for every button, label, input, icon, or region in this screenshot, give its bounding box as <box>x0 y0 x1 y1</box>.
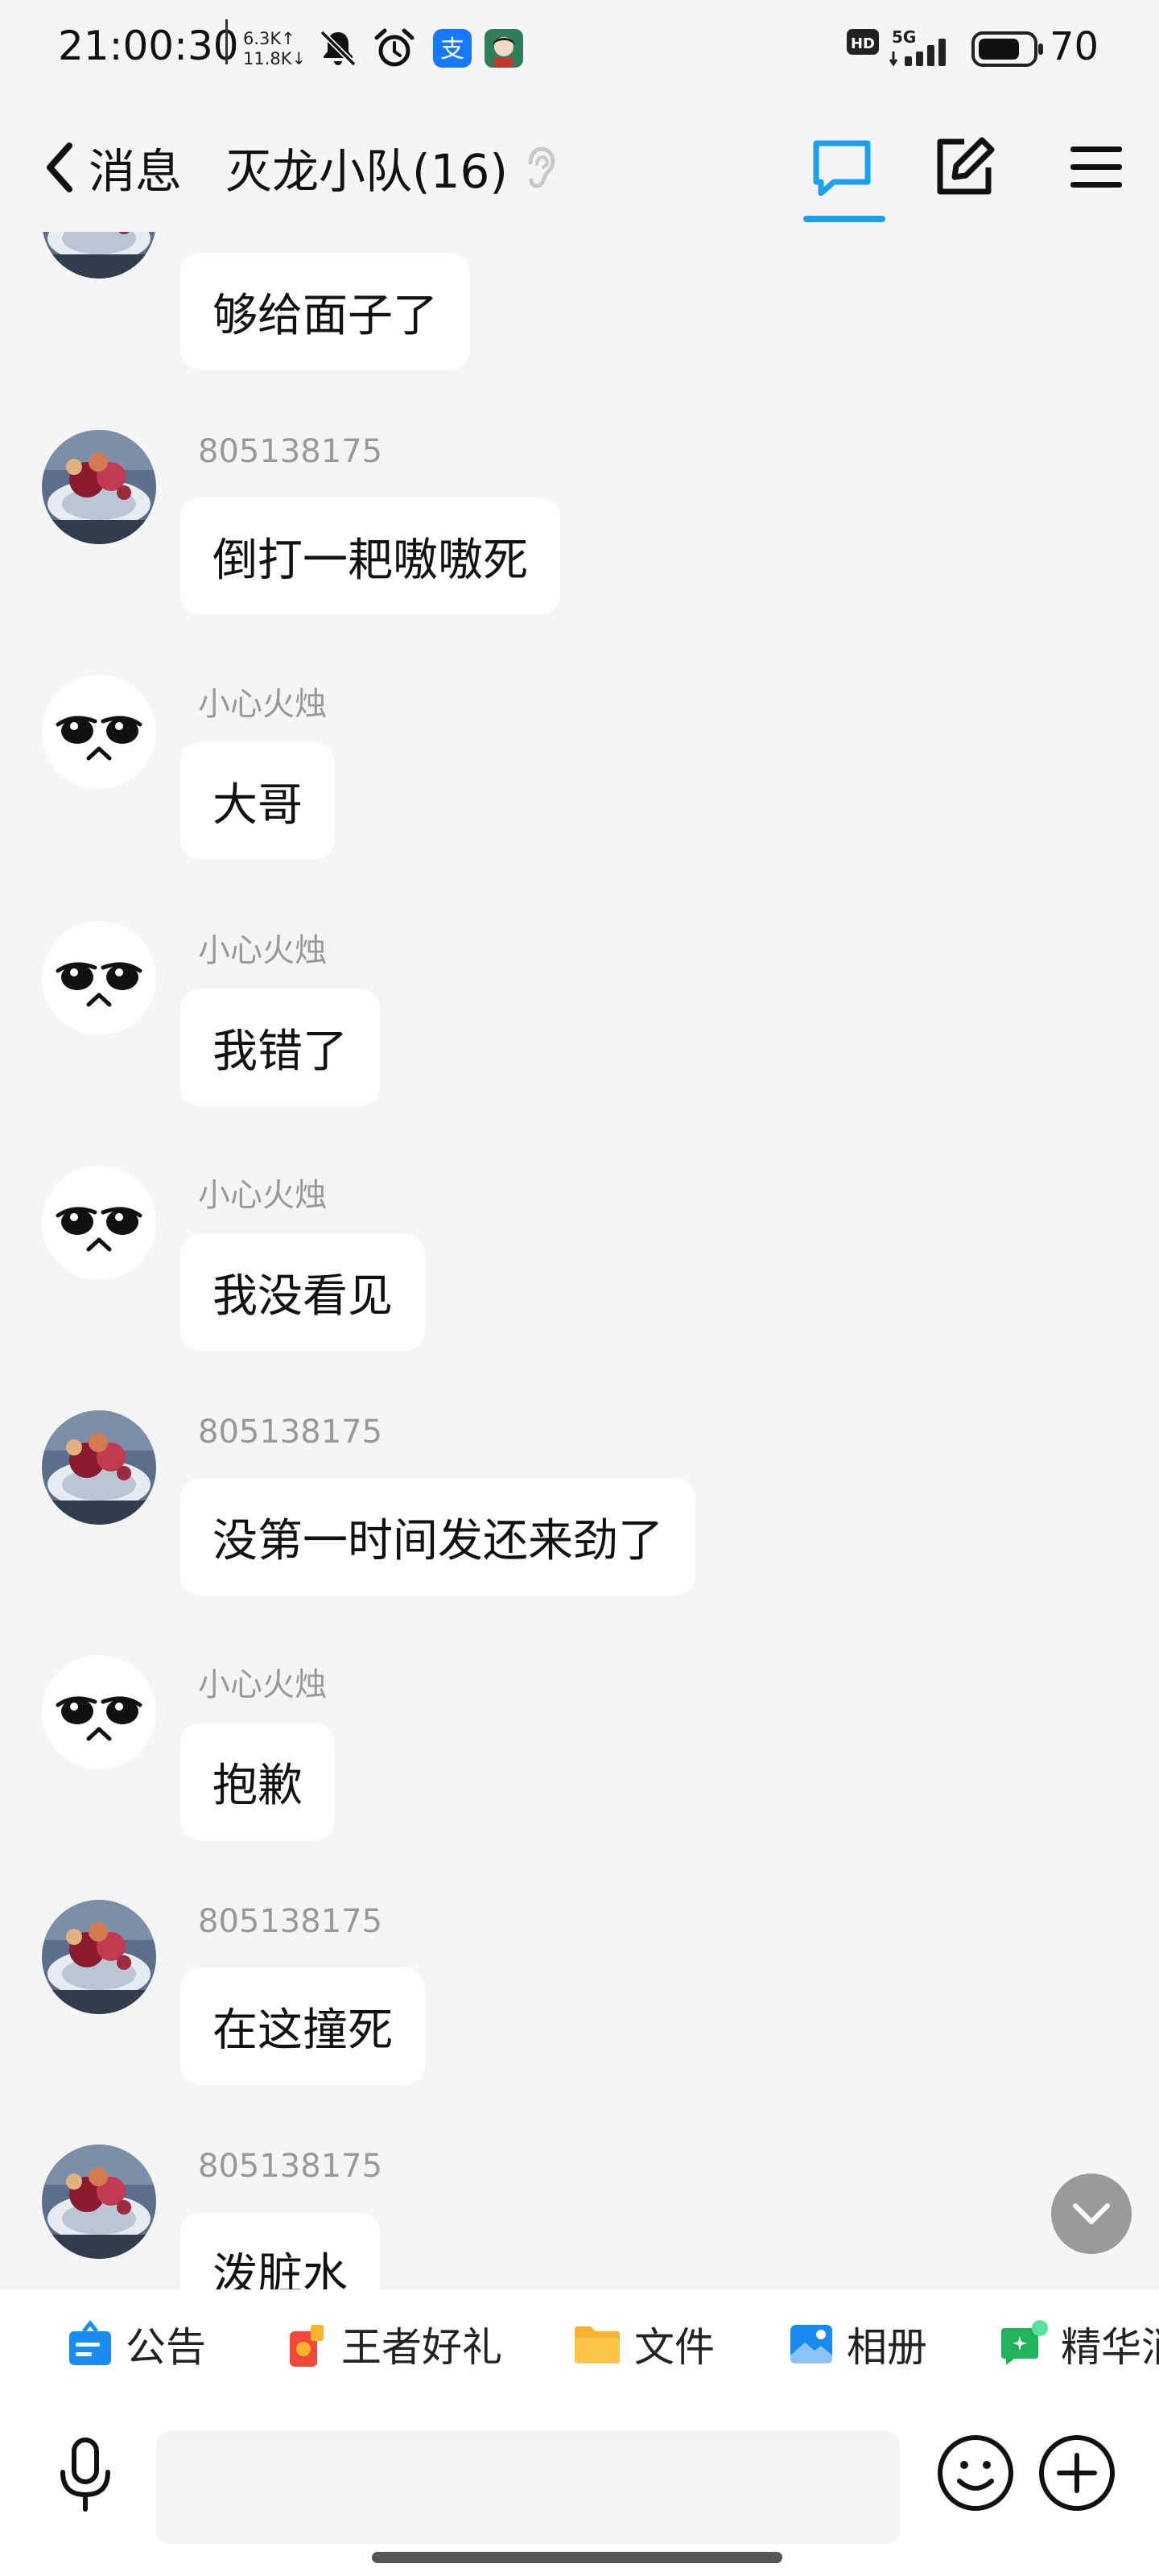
avatar[interactable] <box>42 1900 156 2014</box>
plus-icon <box>1039 2435 1115 2511</box>
gift-label: 王者好礼 <box>341 2324 502 2371</box>
scroll-to-bottom-button[interactable] <box>1051 2174 1132 2254</box>
avatar[interactable] <box>42 1410 156 1525</box>
battery-icon <box>971 31 1043 67</box>
avatar[interactable] <box>42 675 156 789</box>
emoji-button[interactable] <box>934 2431 1017 2515</box>
sender-name: 小心火烛 <box>198 1666 327 1703</box>
back-button[interactable]: 消息 <box>42 127 182 208</box>
avatar[interactable] <box>42 1655 156 1769</box>
status-time: 21:00:30 <box>58 23 239 69</box>
svg-text:支: 支 <box>440 35 464 64</box>
status-separator <box>225 19 228 64</box>
message-bubble[interactable]: 够给面子了 <box>180 253 470 370</box>
essence-button[interactable]: 精华消 <box>998 2317 1159 2372</box>
bell-off-icon <box>320 30 357 67</box>
signal-icon <box>889 39 946 67</box>
chevron-left-icon <box>47 142 72 192</box>
more-button[interactable] <box>1035 2431 1119 2515</box>
back-label: 消息 <box>89 144 183 199</box>
files-button[interactable]: 文件 <box>571 2317 715 2372</box>
message-bubble[interactable]: 我错了 <box>180 989 380 1106</box>
avatar[interactable] <box>42 430 156 544</box>
essence-label: 精华消 <box>1061 2324 1159 2371</box>
announcement-icon <box>69 2320 111 2365</box>
chevron-down-icon <box>1073 2203 1110 2224</box>
essence-icon <box>1001 2320 1048 2365</box>
menu-button[interactable] <box>1056 127 1136 208</box>
announcement-button[interactable]: 公告 <box>66 2317 206 2372</box>
gift-button[interactable]: 王者好礼 <box>285 2317 502 2372</box>
announcement-label: 公告 <box>126 2324 206 2371</box>
active-tab-indicator <box>803 216 885 222</box>
avatar[interactable] <box>42 2145 156 2259</box>
emoji-icon <box>938 2435 1013 2511</box>
sender-name: 小心火烛 <box>198 686 327 723</box>
hd-icon: HD <box>847 29 879 55</box>
voice-button[interactable] <box>45 2431 126 2520</box>
ear-icon[interactable] <box>522 143 559 192</box>
message-bubble[interactable]: 在这撞死 <box>180 1967 425 2085</box>
net-down: 11.8K↓ <box>243 49 307 68</box>
sender-name: 805138175 <box>198 1903 383 1940</box>
net-up: 6.3K↑ <box>243 29 295 48</box>
message-bubble[interactable]: 泼脏水 <box>180 2212 380 2289</box>
avatar[interactable] <box>42 921 156 1035</box>
edit-button[interactable] <box>924 127 1004 208</box>
message-input[interactable] <box>156 2431 900 2544</box>
microphone-icon <box>60 2438 110 2512</box>
message-bubble[interactable]: 大哥 <box>180 742 335 860</box>
app-avatar-icon <box>485 29 523 68</box>
folder-icon <box>575 2326 620 2363</box>
message-list[interactable]: 够给面子了 805138175 倒打一耙嗷嗷死 小心火烛 大哥 小心火烛 我错了… <box>0 232 1159 2289</box>
message-bubble[interactable]: 抱歉 <box>180 1723 335 1840</box>
status-bar: 21:00:30 6.3K↑ 11.8K↓ 支 HD 5G 70 <box>0 0 1159 103</box>
group-name: 灭龙小队(16) <box>225 144 509 199</box>
sender-name: 小心火烛 <box>198 932 327 969</box>
avatar[interactable] <box>42 1166 156 1280</box>
group-title[interactable]: 灭龙小队(16) <box>225 127 559 208</box>
battery-level: 70 <box>1050 24 1099 69</box>
quick-toolbar: 公告 王者好礼 文件 相册 精华消 <box>0 2289 1159 2399</box>
edit-icon <box>937 137 995 195</box>
sender-name: 805138175 <box>198 1414 383 1451</box>
sender-name: 805138175 <box>198 2148 383 2185</box>
input-bar <box>0 2399 1159 2576</box>
files-label: 文件 <box>634 2324 715 2371</box>
message-bubble[interactable]: 没第一时间发还来劲了 <box>180 1478 695 1596</box>
gift-icon <box>290 2325 324 2367</box>
sender-name: 小心火烛 <box>198 1177 327 1214</box>
home-indicator[interactable] <box>372 2552 782 2563</box>
avatar[interactable] <box>42 232 156 279</box>
message-bubble[interactable]: 倒打一耙嗷嗷死 <box>180 497 560 615</box>
alarm-clock-icon <box>374 28 415 67</box>
network-speed: 6.3K↑ 11.8K↓ <box>243 29 306 69</box>
chat-tab-button[interactable] <box>802 127 882 208</box>
alipay-icon: 支 <box>433 29 472 68</box>
svg-text:HD: HD <box>851 35 875 52</box>
chat-header: 消息 灭龙小队(16) <box>0 103 1159 232</box>
chat-bubble-icon <box>813 140 871 196</box>
album-button[interactable]: 相册 <box>787 2317 927 2372</box>
album-icon <box>790 2325 832 2363</box>
message-bubble[interactable]: 我没看见 <box>180 1233 425 1351</box>
menu-icon <box>1070 147 1122 188</box>
album-label: 相册 <box>847 2324 927 2371</box>
sender-name: 805138175 <box>198 433 383 470</box>
